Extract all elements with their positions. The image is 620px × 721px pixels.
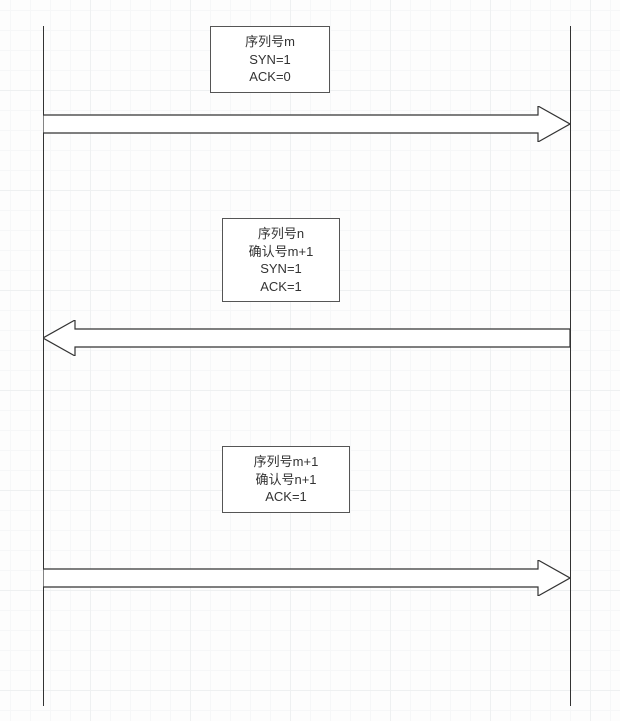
message-box-3: 序列号m+1 确认号n+1 ACK=1 — [222, 446, 350, 513]
msg3-ack: ACK=1 — [231, 488, 341, 506]
msg1-seq: 序列号m — [219, 33, 321, 51]
message-box-2: 序列号n 确认号m+1 SYN=1 ACK=1 — [222, 218, 340, 302]
msg2-acknum: 确认号m+1 — [231, 243, 331, 261]
lifeline-right — [570, 26, 571, 706]
msg2-ack: ACK=1 — [231, 278, 331, 296]
arrow-1-right — [43, 106, 570, 142]
msg1-ack: ACK=0 — [219, 68, 321, 86]
arrow-3-right — [43, 560, 570, 596]
msg2-syn: SYN=1 — [231, 260, 331, 278]
msg3-seq: 序列号m+1 — [231, 453, 341, 471]
msg3-acknum: 确认号n+1 — [231, 471, 341, 489]
arrow-2-left — [43, 320, 570, 356]
diagram-canvas: 序列号m SYN=1 ACK=0 序列号n 确认号m+1 SYN=1 ACK=1… — [0, 0, 620, 721]
msg2-seq: 序列号n — [231, 225, 331, 243]
message-box-1: 序列号m SYN=1 ACK=0 — [210, 26, 330, 93]
msg1-syn: SYN=1 — [219, 51, 321, 69]
